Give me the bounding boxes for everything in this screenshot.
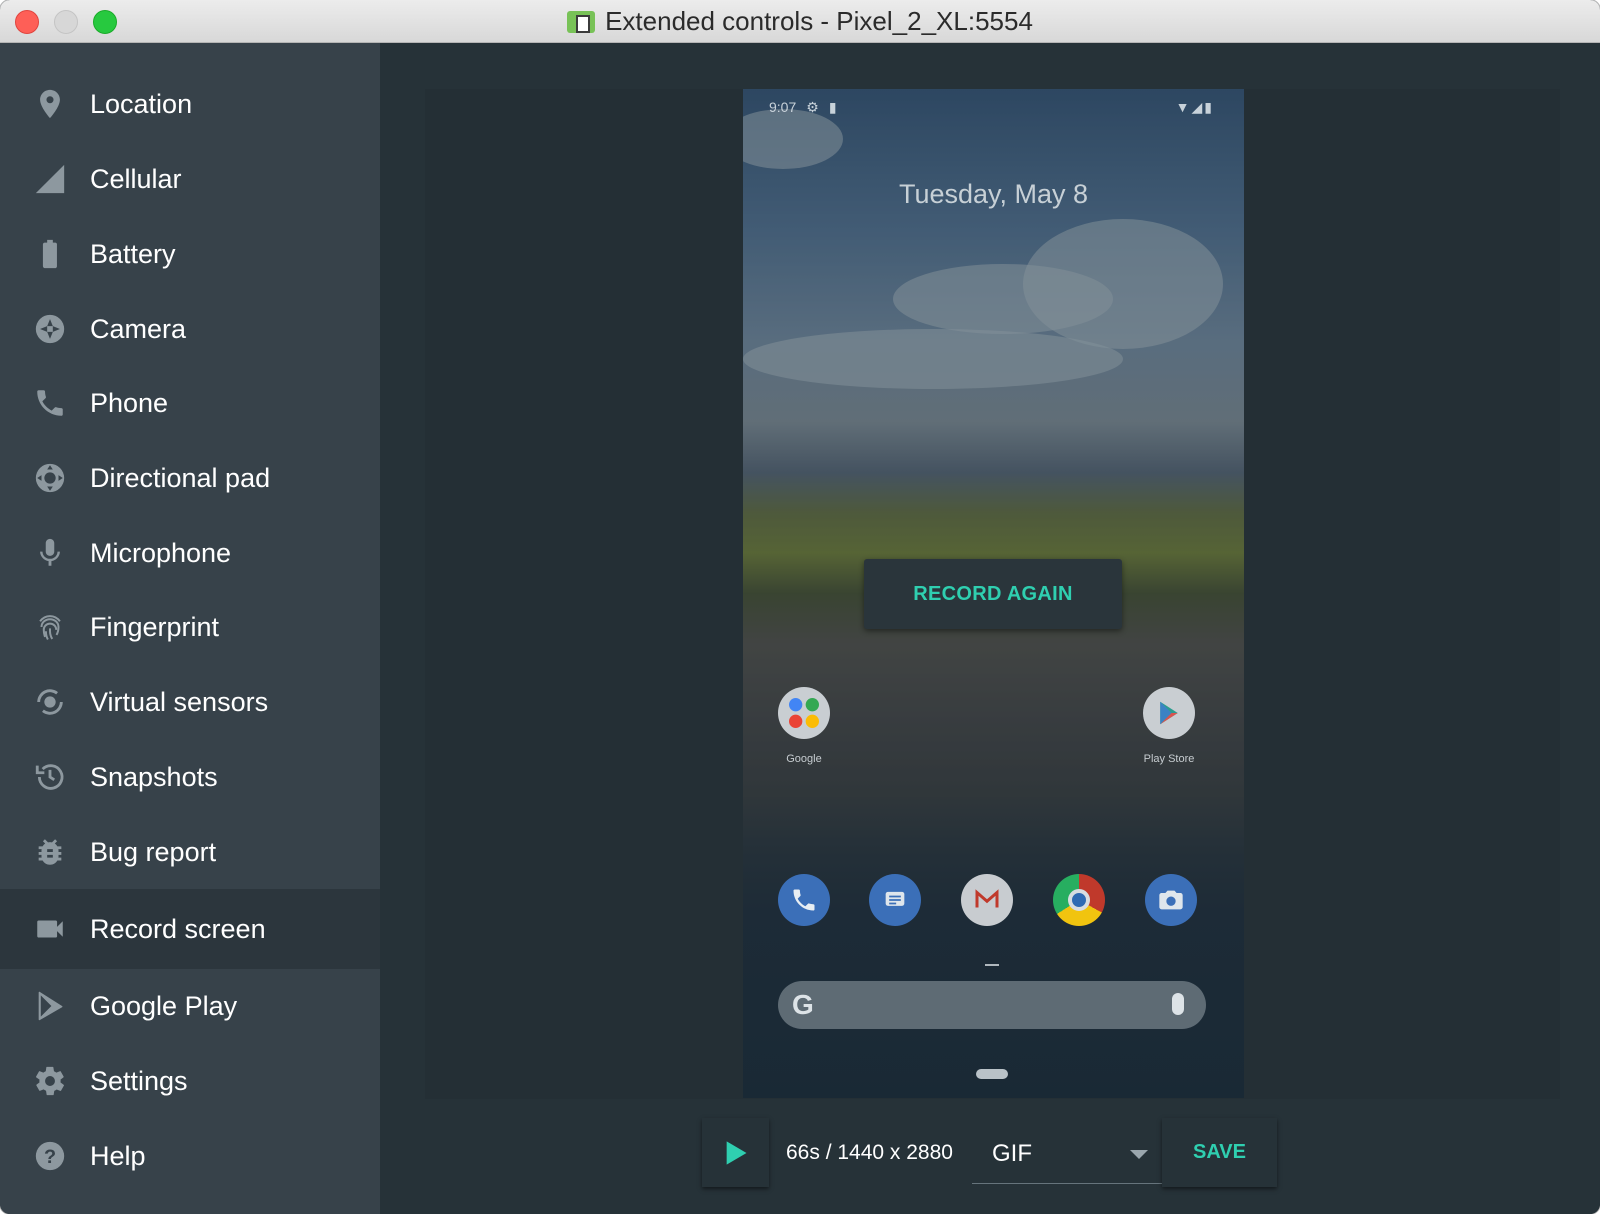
- phone-app-icon: [778, 874, 830, 926]
- status-bar: 9:07 ⚙ ▮ ▼◢▮: [769, 95, 1214, 119]
- history-icon: [30, 757, 70, 797]
- mic-icon: [1172, 993, 1184, 1015]
- play-button[interactable]: [702, 1118, 769, 1187]
- sidebar-item-label: Directional pad: [90, 462, 271, 493]
- bug-icon: [30, 832, 70, 872]
- sidebar-item-record-screen[interactable]: Record screen: [0, 889, 380, 969]
- sidebar-item-label: Camera: [90, 313, 187, 344]
- sidebar-item-google-play[interactable]: Google Play: [0, 968, 380, 1044]
- sd-card-icon: ▮: [828, 98, 837, 115]
- sidebar-item-settings[interactable]: Settings: [0, 1043, 380, 1119]
- sidebar-item-help[interactable]: ? Help: [0, 1118, 380, 1194]
- window-title: Extended controls - Pixel_2_XL:5554: [605, 6, 1033, 36]
- record-again-button[interactable]: RECORD AGAIN: [864, 559, 1122, 629]
- sidebar-item-label: Virtual sensors: [90, 686, 269, 717]
- sidebar-item-label: Location: [90, 88, 193, 119]
- fingerprint-icon: [30, 607, 70, 647]
- sidebar-item-label: Bug report: [90, 836, 217, 867]
- gmail-app-icon: [961, 874, 1013, 926]
- gear-icon: [30, 1061, 70, 1101]
- recording-preview: 9:07 ⚙ ▮ ▼◢▮ Tuesday, May 8 RECORD AGAIN…: [743, 89, 1244, 1098]
- chevron-down-icon: [1130, 1150, 1148, 1159]
- lockscreen-date: Tuesday, May 8: [898, 179, 1089, 209]
- dpad-icon: [30, 458, 70, 498]
- sidebar-item-label: Record screen: [90, 913, 266, 944]
- app-label: Google: [786, 753, 822, 765]
- battery-icon: [30, 234, 70, 274]
- format-dropdown[interactable]: GIF: [972, 1124, 1162, 1184]
- video-camera-icon: [30, 909, 70, 949]
- sidebar-item-bug-report[interactable]: Bug report: [0, 814, 380, 890]
- sidebar-item-label: Settings: [90, 1065, 188, 1096]
- location-pin-icon: [30, 84, 70, 124]
- sidebar-item-label: Cellular: [90, 163, 182, 194]
- help-icon: ?: [30, 1136, 70, 1176]
- camera-app-icon: [1145, 874, 1197, 926]
- extended-controls-window: Extended controls - Pixel_2_XL:5554 Loca…: [0, 0, 1600, 1214]
- emulator-app-icon: [567, 10, 596, 33]
- title-group: Extended controls - Pixel_2_XL:5554: [0, 0, 1600, 43]
- save-button[interactable]: SAVE: [1162, 1118, 1277, 1187]
- recording-info: 66s / 1440 x 2880: [786, 1141, 953, 1164]
- sidebar-item-location[interactable]: Location: [0, 66, 380, 142]
- sidebar-item-phone[interactable]: Phone: [0, 365, 380, 441]
- sidebar-item-fingerprint[interactable]: Fingerprint: [0, 589, 380, 665]
- messages-app-icon: [869, 874, 921, 926]
- dock-divider: [985, 964, 999, 966]
- wifi-signal-battery-icon: ▼◢▮: [1175, 98, 1214, 115]
- record-screen-panel: 9:07 ⚙ ▮ ▼◢▮ Tuesday, May 8 RECORD AGAIN…: [380, 43, 1600, 1214]
- google-search-bar: G: [778, 981, 1206, 1029]
- status-time: 9:07: [769, 99, 797, 115]
- sidebar-item-label: Phone: [90, 387, 169, 418]
- google-folder-icon: [778, 687, 830, 739]
- gear-status-icon: ⚙: [806, 98, 819, 115]
- sidebar-item-label: Fingerprint: [90, 611, 220, 642]
- title-bar: Extended controls - Pixel_2_XL:5554: [0, 0, 1600, 43]
- sidebar: Location Cellular Battery Camera Phone D…: [0, 43, 380, 1214]
- play-store-app-icon: [1143, 687, 1195, 739]
- sidebar-item-cellular[interactable]: Cellular: [0, 141, 380, 217]
- sidebar-item-label: Battery: [90, 238, 176, 269]
- sidebar-item-microphone[interactable]: Microphone: [0, 515, 380, 591]
- chrome-center: [1068, 889, 1090, 911]
- sidebar-item-label: Help: [90, 1140, 146, 1171]
- sidebar-item-battery[interactable]: Battery: [0, 216, 380, 292]
- chrome-app-icon: [1053, 874, 1105, 926]
- svg-text:?: ?: [44, 1146, 56, 1168]
- sidebar-item-label: Microphone: [90, 537, 232, 568]
- sidebar-item-virtual-sensors[interactable]: Virtual sensors: [0, 664, 380, 740]
- home-pill: [976, 1069, 1008, 1079]
- sidebar-item-directional-pad[interactable]: Directional pad: [0, 440, 380, 516]
- sidebar-item-camera[interactable]: Camera: [0, 291, 380, 367]
- rotation-sensor-icon: [30, 682, 70, 722]
- play-store-icon: [30, 986, 70, 1026]
- play-icon: [726, 1140, 746, 1165]
- google-g-icon: G: [792, 989, 814, 1020]
- cellular-signal-icon: [30, 159, 70, 199]
- sidebar-item-snapshots[interactable]: Snapshots: [0, 739, 380, 815]
- microphone-icon: [30, 533, 70, 573]
- phone-icon: [30, 383, 70, 423]
- app-label: Play Store: [1143, 753, 1195, 765]
- sidebar-item-label: Snapshots: [90, 761, 218, 792]
- format-selected-value: GIF: [992, 1140, 1032, 1167]
- camera-aperture-icon: [30, 309, 70, 349]
- sidebar-item-label: Google Play: [90, 990, 238, 1021]
